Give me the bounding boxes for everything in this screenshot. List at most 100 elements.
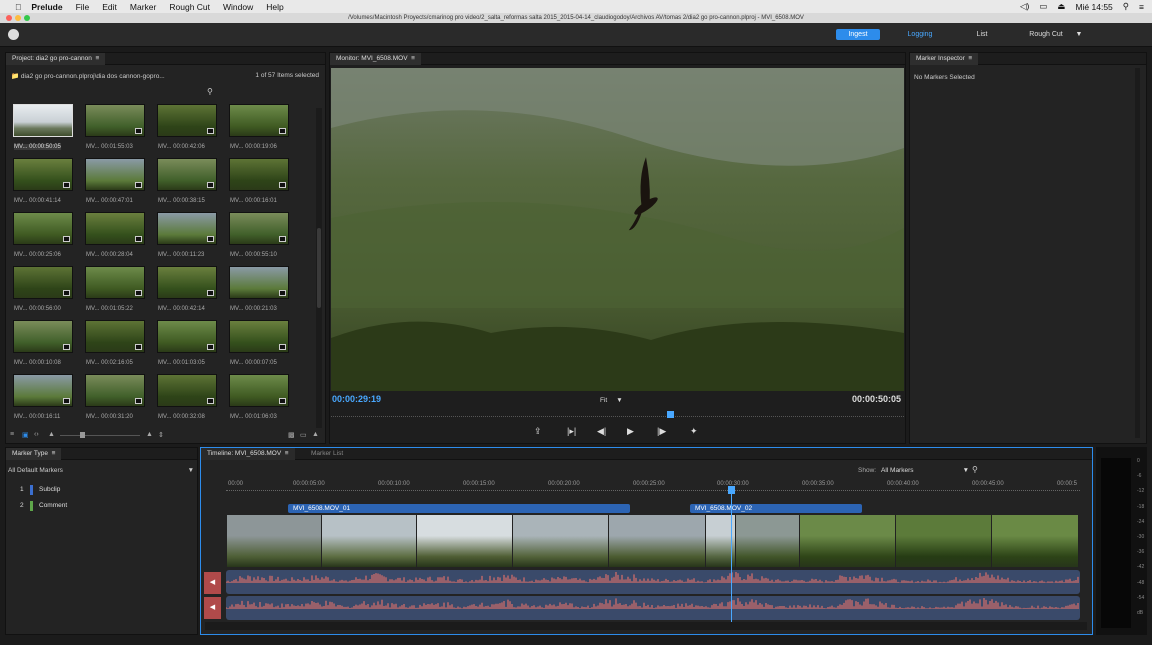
menu-edit[interactable]: Edit [102, 2, 117, 12]
zoom-level-select[interactable]: Fit ▼ [600, 397, 623, 404]
clip-thumbnail[interactable] [229, 374, 289, 407]
sort-icon[interactable]: ⇕ [158, 431, 164, 439]
step-back-icon[interactable]: ◀| [597, 426, 606, 437]
zoom-out-icon[interactable]: ▲ [48, 431, 55, 438]
marker-item-comment[interactable]: 2 Comment [20, 501, 190, 513]
subclip-marker-1[interactable]: MVI_6508.MOV_01 [288, 504, 630, 513]
play-icon[interactable]: ▶ [627, 426, 634, 437]
workspace-logging[interactable]: Logging [898, 29, 942, 40]
window-title: /Volumes/Macintosh Proyects/cmarinog pro… [348, 15, 804, 21]
inspector-scrollbar[interactable] [1135, 68, 1140, 438]
timeline-search-icon[interactable]: ⚲ [972, 465, 978, 474]
workspace-menu-icon[interactable]: ▼ [1074, 29, 1084, 40]
battery-icon[interactable]: ▭ [1039, 1, 1047, 12]
minimize-window-button[interactable] [15, 15, 21, 21]
clip-thumbnail[interactable] [13, 158, 73, 191]
meter-scale-label: -12 [1137, 488, 1145, 495]
audio-mute-icon[interactable]: ◀ [204, 572, 221, 594]
menu-file[interactable]: File [76, 2, 90, 12]
zoom-window-button[interactable] [24, 15, 30, 21]
audio-track-2[interactable] [226, 596, 1080, 620]
monitor-scrubber[interactable] [331, 416, 904, 417]
clip-thumbnail[interactable] [85, 320, 145, 353]
search-icon[interactable]: ⚲ [207, 87, 213, 96]
workspace-rough-cut[interactable]: Rough Cut [1022, 29, 1070, 40]
clip-thumbnail[interactable] [229, 104, 289, 137]
clip-label: MV... 00:00:28:04 [86, 252, 133, 258]
mark-in-out-icon[interactable]: |▸| [567, 426, 576, 437]
menu-window[interactable]: Window [223, 2, 253, 12]
spotlight-icon[interactable]: ⚲ [1123, 1, 1129, 12]
clock[interactable]: Mié 14:55 [1075, 2, 1112, 12]
menu-app-name[interactable]: Prelude [31, 2, 62, 12]
timeline-playhead[interactable] [731, 486, 732, 622]
clip-thumbnail[interactable] [85, 104, 145, 137]
monitor-playhead[interactable] [667, 411, 674, 418]
volume-icon[interactable]: ◁) [1020, 1, 1029, 12]
clip-thumbnail[interactable] [13, 374, 73, 407]
zoom-in-icon[interactable]: ▲ [146, 431, 153, 438]
duration-timecode: 00:00:50:05 [852, 394, 902, 404]
timeline-ruler[interactable] [226, 490, 1080, 491]
audio-track-1[interactable] [226, 570, 1080, 594]
tab-project[interactable]: Project: dia2 go pro-cannon ≡ [6, 53, 106, 65]
step-forward-icon[interactable]: |▶ [657, 426, 666, 437]
clip-thumbnail[interactable] [13, 320, 73, 353]
tab-marker-inspector[interactable]: Marker Inspector ≡ [910, 53, 979, 65]
current-timecode[interactable]: 00:00:29:19 [332, 394, 381, 404]
marker-filter-select[interactable]: All Default Markers ▼ [8, 467, 194, 477]
workspace-ingest[interactable]: Ingest [836, 29, 880, 40]
clip-thumbnail[interactable] [157, 212, 217, 245]
clip-thumbnail[interactable] [13, 104, 73, 137]
clip-thumbnail[interactable] [85, 374, 145, 407]
marker-item-subclip[interactable]: 1 Subclip [20, 485, 190, 497]
clip-thumbnail[interactable] [85, 212, 145, 245]
eject-icon[interactable]: ⏏ [1057, 1, 1065, 12]
new-bin-icon[interactable]: ▩ [288, 431, 295, 439]
clip-thumbnail[interactable] [85, 158, 145, 191]
video-frame[interactable] [331, 68, 904, 391]
project-scrollbar[interactable] [316, 108, 322, 428]
clip-thumbnail[interactable] [157, 374, 217, 407]
audio-mute-icon[interactable]: ◀ [204, 597, 221, 619]
tab-timeline[interactable]: Timeline: MVI_6508.MOV ≡ [201, 448, 295, 460]
trash-icon[interactable]: ▲ [312, 431, 319, 438]
clip-thumbnail[interactable] [157, 104, 217, 137]
menu-help[interactable]: Help [266, 2, 283, 12]
zoom-slider[interactable] [60, 432, 140, 438]
timeline-scrollbar[interactable] [205, 622, 1087, 630]
show-markers-select[interactable]: All Markers ▼ [881, 467, 969, 474]
tab-marker-type[interactable]: Marker Type ≡ [6, 448, 62, 460]
clip-label: MV... 00:00:11:23 [158, 252, 205, 258]
meter-scale-label: -18 [1137, 503, 1145, 510]
marker-num: 1 [20, 486, 24, 493]
menu-rough-cut[interactable]: Rough Cut [169, 2, 210, 12]
tab-marker-list[interactable]: Marker List [311, 448, 343, 460]
clip-thumbnail[interactable] [157, 158, 217, 191]
notification-icon[interactable]: ≡ [1139, 2, 1144, 12]
tab-monitor[interactable]: Monitor: MVI_6508.MOV ≡ [330, 53, 421, 65]
export-frame-icon[interactable]: ⇪ [534, 426, 542, 437]
clip-thumbnail[interactable] [229, 212, 289, 245]
code-icon[interactable]: ‹› [34, 431, 39, 438]
clip-thumbnail[interactable] [229, 158, 289, 191]
timeline-playhead-handle[interactable] [728, 486, 735, 494]
clip-thumbnail[interactable] [157, 266, 217, 299]
clip-thumbnail[interactable] [157, 320, 217, 353]
apple-icon[interactable]:  [15, 2, 21, 12]
clip-thumbnail[interactable] [229, 266, 289, 299]
workspace-list[interactable]: List [960, 29, 1004, 40]
clip-thumbnail[interactable] [85, 266, 145, 299]
icon-view-icon[interactable]: ▣ [22, 431, 29, 439]
subclip-marker-2[interactable]: MVI_6508.MOV_02 [690, 504, 862, 513]
close-window-button[interactable] [6, 15, 12, 21]
monitor-tab-label: Monitor: MVI_6508.MOV [336, 55, 408, 62]
clip-thumbnail[interactable] [13, 266, 73, 299]
clip-thumbnail[interactable] [229, 320, 289, 353]
folder-icon[interactable]: ▭ [300, 431, 307, 439]
settings-wrench-icon[interactable]: ✦ [690, 426, 698, 437]
menu-marker[interactable]: Marker [130, 2, 156, 12]
list-view-icon[interactable]: ≡ [10, 431, 14, 438]
creative-cloud-icon[interactable] [8, 29, 19, 40]
clip-thumbnail[interactable] [13, 212, 73, 245]
